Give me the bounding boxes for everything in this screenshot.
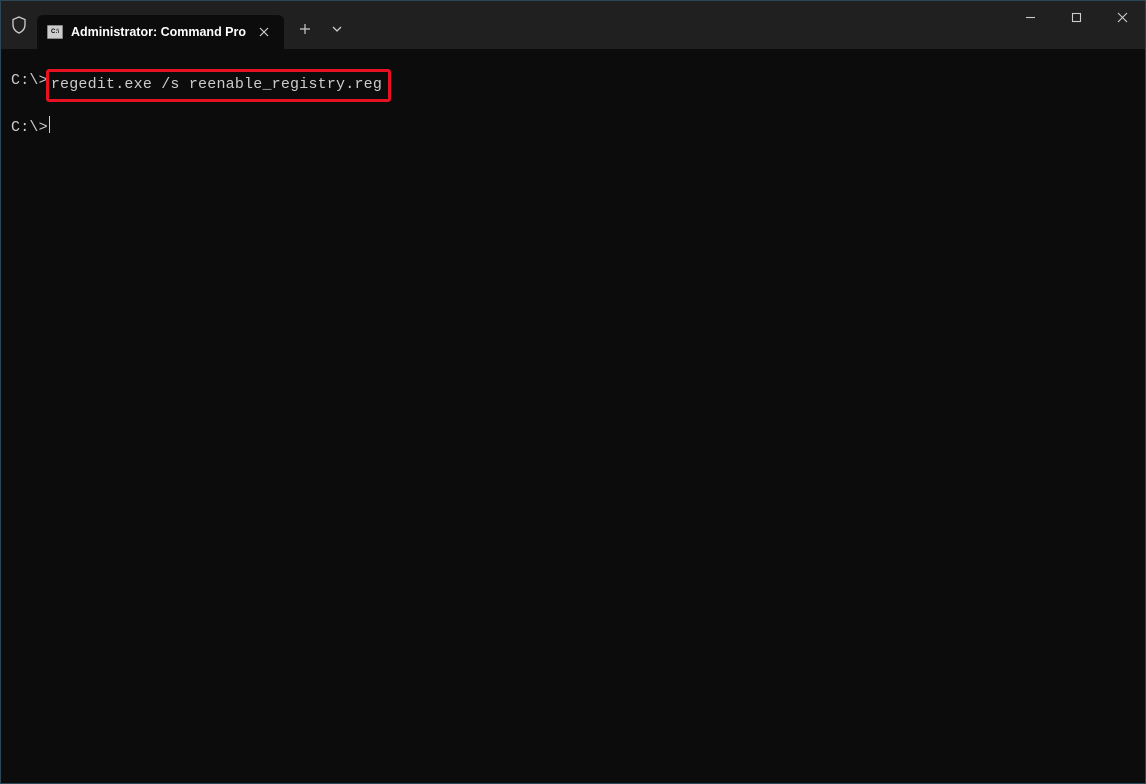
window-controls [1007,1,1145,49]
tab-title: Administrator: Command Pro [71,25,246,39]
new-tab-button[interactable] [288,12,322,46]
cursor [49,116,50,133]
terminal-output[interactable]: C:\>regedit.exe /s reenable_registry.reg… [1,49,1145,164]
prompt: C:\> [11,116,48,139]
terminal-line: C:\>regedit.exe /s reenable_registry.reg [11,69,1135,102]
command-prompt-icon: C:\ [47,25,63,39]
tab-close-button[interactable] [254,22,274,42]
maximize-button[interactable] [1053,1,1099,33]
prompt: C:\> [11,69,48,102]
title-bar: C:\ Administrator: Command Pro [1,1,1145,49]
app-shield-icon [1,1,37,49]
minimize-button[interactable] [1007,1,1053,33]
tab-active[interactable]: C:\ Administrator: Command Pro [37,15,284,49]
highlighted-command: regedit.exe /s reenable_registry.reg [46,69,391,102]
tab-dropdown-button[interactable] [322,12,352,46]
terminal-line: C:\> [11,116,1135,139]
close-window-button[interactable] [1099,1,1145,33]
